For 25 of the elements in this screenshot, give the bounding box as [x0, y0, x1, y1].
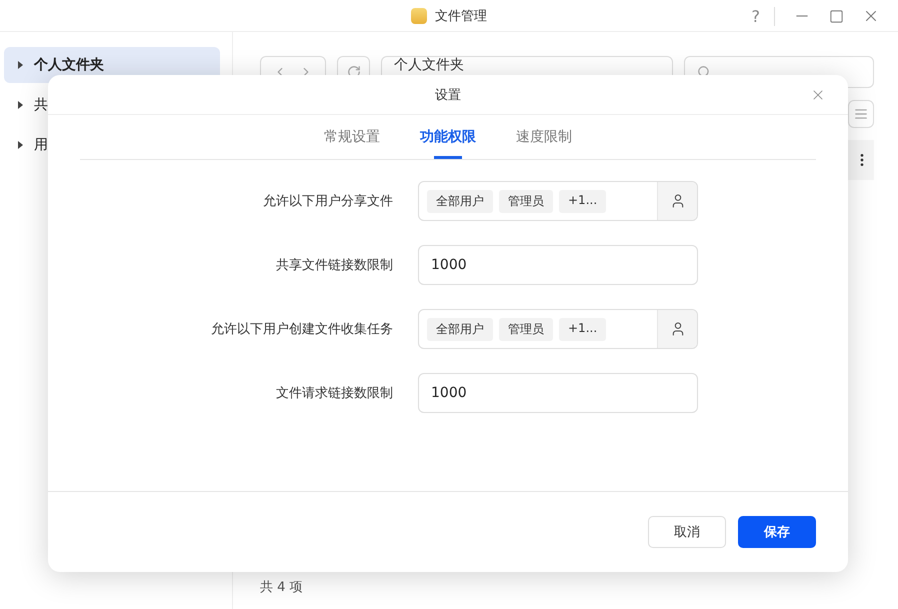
number-field[interactable]: 1000	[418, 245, 698, 285]
cancel-button[interactable]: 取消	[648, 516, 726, 548]
user-tag: 管理员	[499, 190, 553, 212]
field-label: 文件请求链接数限制	[275, 385, 393, 402]
field-label: 允许以下用户分享文件	[262, 193, 393, 210]
user-tag: 管理员	[499, 318, 553, 340]
tab[interactable]: 功能权限	[420, 115, 476, 160]
field-label: 共享文件链接数限制	[275, 257, 393, 274]
sidebar-item[interactable]: 用	[4, 127, 220, 163]
save-button[interactable]: 保存	[738, 516, 816, 548]
tab[interactable]: 常规设置	[324, 115, 380, 160]
sidebar-item[interactable]: 共	[4, 87, 220, 123]
tab[interactable]: 速度限制	[516, 115, 572, 160]
user-tag: 全部用户	[427, 190, 493, 212]
dialog-title: 设置	[435, 86, 461, 104]
item-count: 共 4 项	[260, 579, 304, 597]
field-label: 允许以下用户创建文件收集任务	[210, 321, 393, 338]
window-title: 文件管理	[435, 8, 487, 24]
help-button[interactable]: ?	[752, 6, 775, 26]
user-picker-field[interactable]: 全部用户 管理员 +1...	[418, 309, 698, 349]
number-field[interactable]: 1000	[418, 373, 698, 413]
user-picker-field[interactable]: 全部用户 管理员 +1...	[418, 181, 698, 221]
user-tag: 全部用户	[427, 318, 493, 340]
user-tag: +1...	[559, 318, 606, 340]
user-tag: +1...	[559, 190, 606, 212]
